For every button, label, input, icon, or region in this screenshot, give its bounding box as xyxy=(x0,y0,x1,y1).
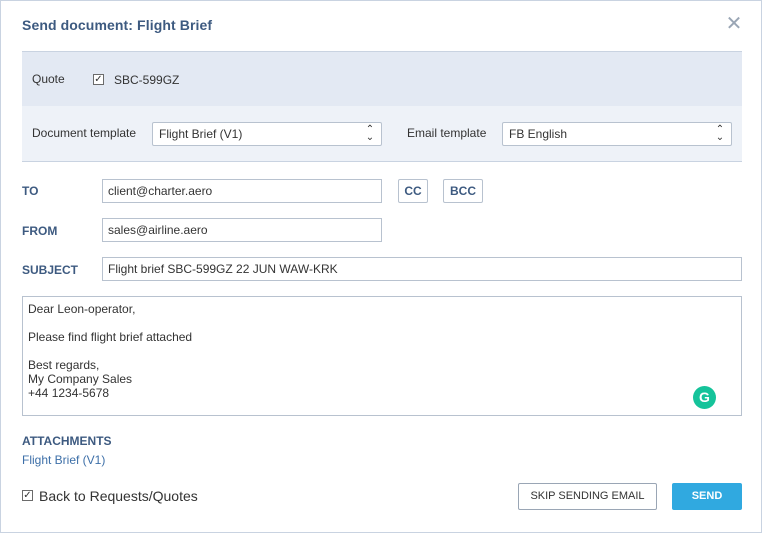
quote-checkbox[interactable]: ✓ xyxy=(93,74,104,85)
send-document-dialog: Send document: Flight Brief ✕ Quote ✓ SB… xyxy=(0,0,762,533)
from-input[interactable]: sales@airline.aero xyxy=(102,218,382,242)
message-line: Please find flight brief attached xyxy=(28,330,193,344)
message-line: Best regards, xyxy=(28,358,100,372)
close-icon[interactable]: ✕ xyxy=(725,14,743,34)
attachments-heading: ATTACHMENTS xyxy=(22,434,112,448)
email-template-select[interactable]: FB English ⌃ ⌄ xyxy=(502,122,732,146)
chevron-updown-icon: ⌃ ⌄ xyxy=(715,124,725,143)
subject-input[interactable]: Flight brief SBC-599GZ 22 JUN WAW-KRK xyxy=(102,257,742,281)
cc-button[interactable]: CC xyxy=(398,179,428,203)
from-label: FROM xyxy=(22,224,58,238)
document-template-label: Document template xyxy=(32,126,137,140)
quote-section: Quote ✓ SBC-599GZ xyxy=(22,51,742,107)
message-line: My Company Sales xyxy=(28,372,133,386)
chevron-updown-icon: ⌃ ⌄ xyxy=(365,124,375,143)
document-template-value: Flight Brief (V1) xyxy=(159,127,243,141)
subject-label: SUBJECT xyxy=(22,263,79,277)
email-template-label: Email template xyxy=(407,126,487,140)
document-template-select[interactable]: Flight Brief (V1) ⌃ ⌄ xyxy=(152,122,382,146)
email-template-value: FB English xyxy=(509,127,568,141)
to-label: TO xyxy=(22,184,39,198)
message-body[interactable]: Dear Leon-operator, Please find flight b… xyxy=(22,296,742,416)
attachment-link[interactable]: Flight Brief (V1) xyxy=(22,453,105,467)
templates-section: Document template Flight Brief (V1) ⌃ ⌄ E… xyxy=(22,106,742,162)
grammarly-icon[interactable]: G xyxy=(693,386,716,409)
send-button[interactable]: SEND xyxy=(672,483,742,510)
back-to-requests-checkbox[interactable]: ✓ xyxy=(22,490,33,501)
message-line: +44 1234-5678 xyxy=(28,386,110,400)
dialog-title: Send document: Flight Brief xyxy=(22,17,213,33)
to-input[interactable]: client@charter.aero xyxy=(102,179,382,203)
message-line: Dear Leon-operator, xyxy=(28,302,136,316)
back-to-requests-label[interactable]: Back to Requests/Quotes xyxy=(39,488,198,504)
bcc-button[interactable]: BCC xyxy=(443,179,483,203)
skip-sending-email-button[interactable]: SKIP SENDING EMAIL xyxy=(518,483,657,510)
quote-label: Quote xyxy=(32,72,65,86)
quote-number: SBC-599GZ xyxy=(114,73,180,87)
